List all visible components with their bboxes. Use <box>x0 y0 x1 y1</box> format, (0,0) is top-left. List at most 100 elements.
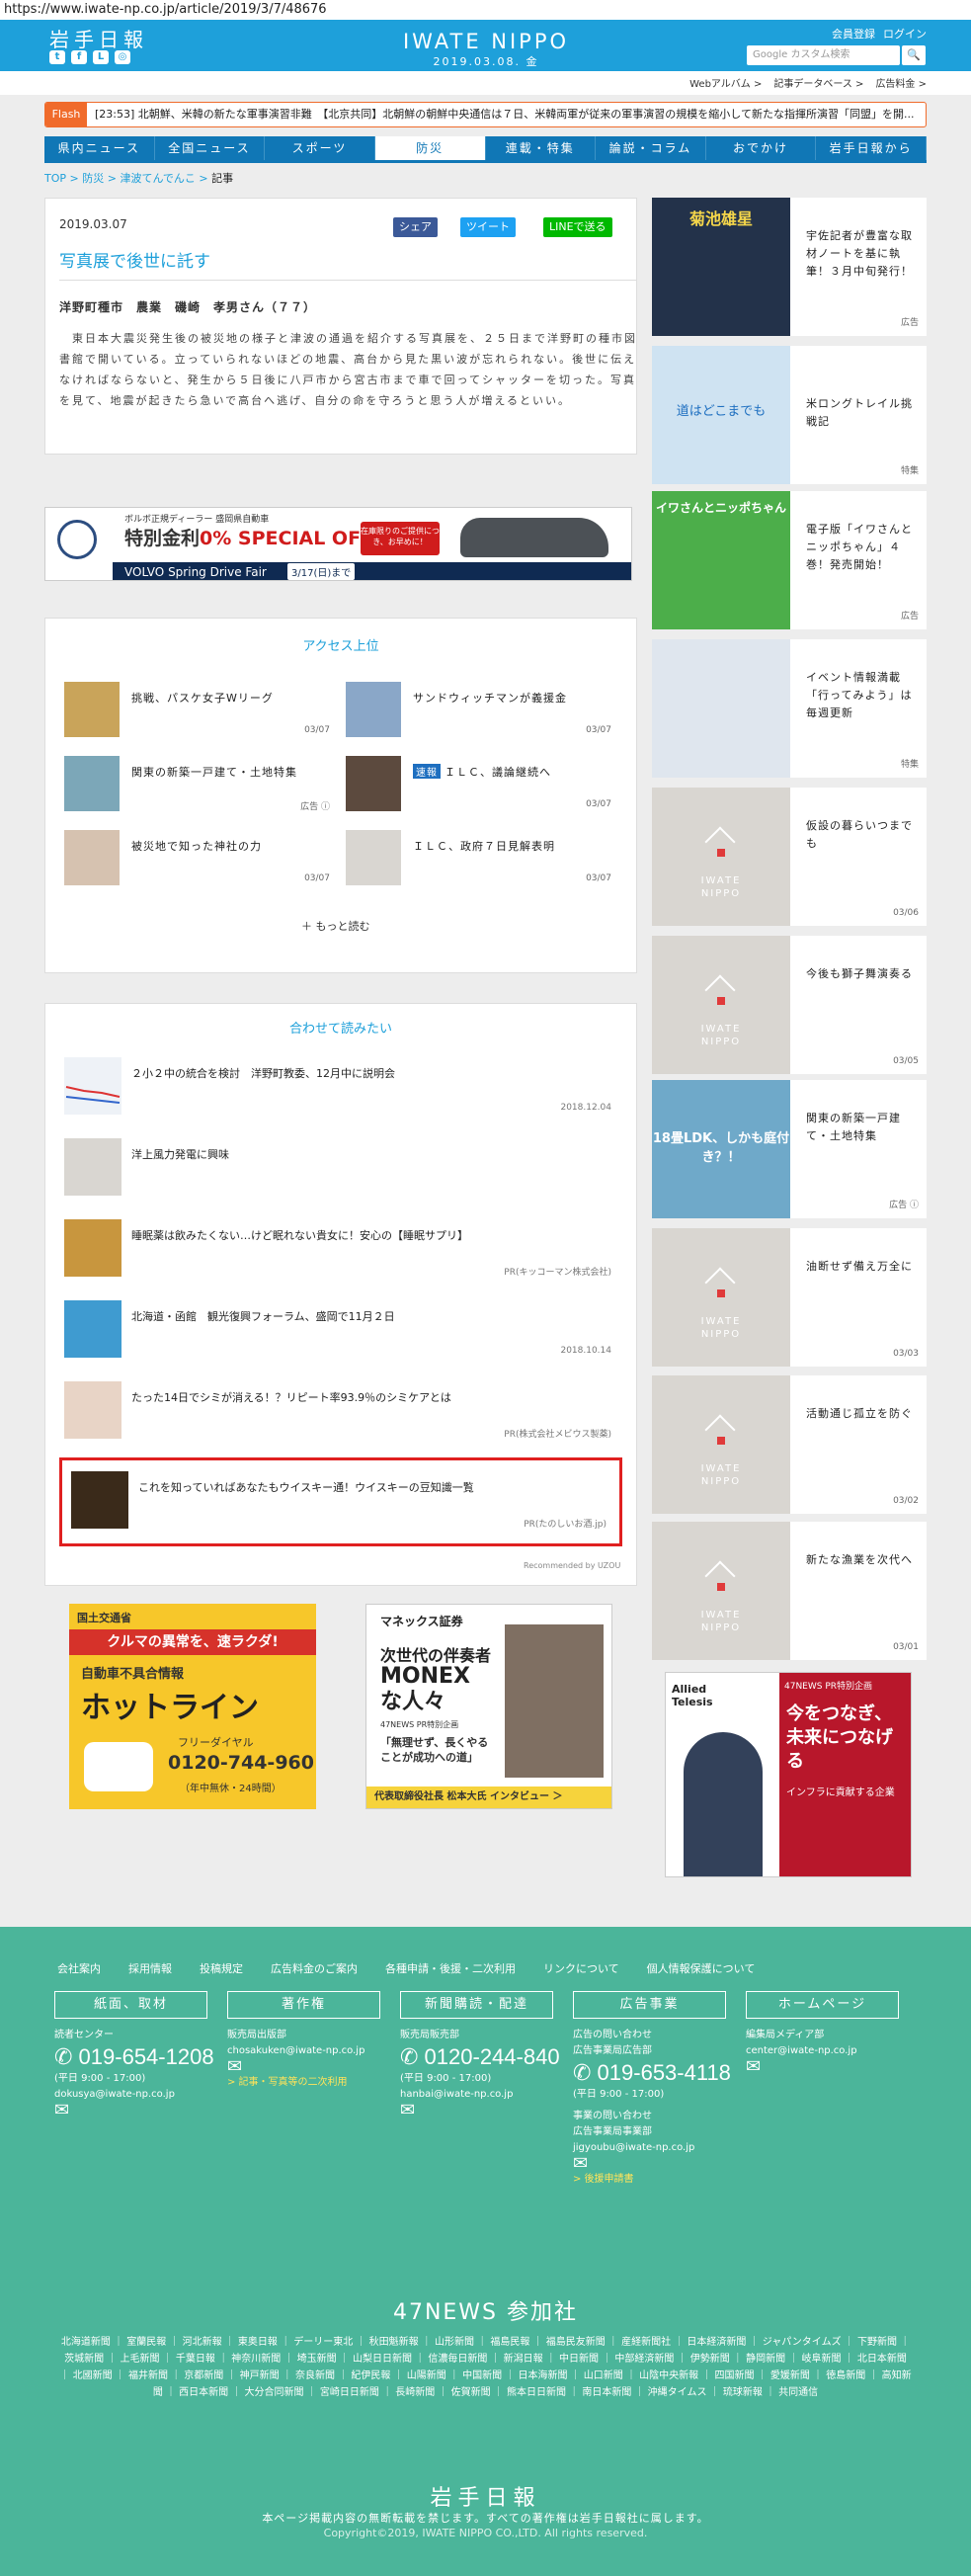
sidebar-item[interactable]: 菊池雄星 宇佐記者が豊富な取材ノートを基に執筆！３月中旬発行！ 広告 <box>652 198 927 336</box>
dot-icon <box>717 1437 725 1445</box>
mail-icon[interactable]: ✉ <box>400 2102 560 2119</box>
ad-headline-a: 特別金利 <box>124 528 201 549</box>
facebook-icon[interactable]: f <box>71 50 87 64</box>
ad-phone[interactable]: ✆ 019-653-4118 <box>573 2059 731 2087</box>
recommend-item[interactable]: ２小２中の統合を検討 洋野町教委、12月中に説明会 2018.12.04 <box>64 1057 617 1122</box>
ranking-title: アクセス上位 <box>302 639 379 654</box>
nav-local-news[interactable]: 県内ニュース <box>44 136 155 160</box>
footer-btn-subscription[interactable]: 新聞購読・配達 <box>400 1991 553 2019</box>
sidebar-item[interactable]: IWATE NIPPO 今後も獅子舞演奏る 03/05 <box>652 936 927 1074</box>
mail-icon[interactable]: ✉ <box>227 2058 364 2076</box>
secondary-use-link[interactable]: > 記事・写真等の二次利用 <box>227 2075 364 2091</box>
sidebar-item[interactable]: IWATE NIPPO 活動通じ孤立を防ぐ 03/02 <box>652 1375 927 1514</box>
footer-link-recruit[interactable]: 採用情報 <box>128 1960 172 1976</box>
search-input[interactable]: Google カスタム検索 <box>747 45 900 65</box>
recommend-item[interactable]: 北海道・函館 観光復興フォーラム、盛岡で11月２日 2018.10.14 <box>64 1300 617 1366</box>
ranking-item[interactable]: 速報 ＩＬＣ、議論継続へ 03/07 <box>346 756 627 815</box>
brand-title[interactable]: IWATE NIPPO <box>387 30 585 53</box>
site-logo[interactable]: 岩手日報 <box>49 24 148 52</box>
ranking-item-title: ＩＬＣ、政府７日見解表明 <box>413 840 555 853</box>
mail-icon[interactable]: ✉ <box>54 2102 214 2119</box>
nav-national-news[interactable]: 全国ニュース <box>155 136 266 160</box>
mail-icon[interactable]: ✉ <box>573 2155 731 2173</box>
footer-link-privacy[interactable]: 個人情報保護について <box>647 1960 756 1976</box>
article-database-link[interactable]: 記事データベース > <box>773 75 863 90</box>
ranking-item[interactable]: 挑戦、パスケ女子Wリーグ 03/07 <box>64 682 346 741</box>
mail-icon[interactable]: ✉ <box>746 2058 857 2076</box>
ranking-item[interactable]: 関東の新築一戸建て・土地特集 広告 ⓘ <box>64 756 346 815</box>
allied-telesis-ad[interactable]: Allied Telesis 47NEWS PR特別企画 今をつなぎ、未来につな… <box>665 1672 912 1877</box>
sidebar-item[interactable]: イベント情報満載「行ってみよう」は毎週更新 特集 <box>652 639 927 778</box>
sales-email[interactable]: hanbai@iwate-np.co.jp <box>400 2087 560 2103</box>
sponsorship-form-link[interactable]: > 後援申請書 <box>573 2172 731 2188</box>
nav-editorial[interactable]: 論説・コラム <box>596 136 706 160</box>
sidebar-item[interactable]: IWATE NIPPO 仮設の暮らいつまでも 03/06 <box>652 788 927 926</box>
facebook-share-button[interactable]: シェア <box>393 217 438 237</box>
recommend-title: 合わせて読みたい <box>288 1022 392 1037</box>
ad-rates-link[interactable]: 広告料金 > <box>875 75 927 90</box>
address-bar[interactable]: https://www.iwate-np.co.jp/article/2019/… <box>0 0 971 20</box>
monex-ad[interactable]: マネックス証券 次世代の伴奏者 MONEXな人々 47NEWS PR特別企画 「… <box>365 1604 612 1809</box>
footer-link-submission[interactable]: 投稿規定 <box>200 1960 243 1976</box>
footer-btn-advertising[interactable]: 広告事業 <box>573 1991 726 2019</box>
kokudo-l4: フリーダイヤル <box>178 1736 254 1749</box>
more-button[interactable]: ＋ もっと読む <box>301 918 370 934</box>
flash-news-ticker[interactable]: Flash [23:53] 北朝鮮、米韓の新たな軍事演習非難 【北京共同】北朝鮮… <box>44 102 927 127</box>
footer-link-company[interactable]: 会社案内 <box>57 1960 101 1976</box>
footer-logo[interactable]: 岩手日報 <box>0 2480 971 2512</box>
footer-btn-homepage[interactable]: ホームページ <box>746 1991 899 2019</box>
nav-outing[interactable]: おでかけ <box>706 136 817 160</box>
tweet-button[interactable]: ツイート <box>460 217 516 237</box>
nav-from-iwate-nippo[interactable]: 岩手日報から <box>816 136 927 160</box>
event-email[interactable]: jigyoubu@iwate-np.co.jp <box>573 2140 731 2156</box>
recommend-item-title: 洋上風力発電に興味 <box>131 1148 229 1161</box>
sidebar-item[interactable]: IWATE NIPPO 油断せず備え万全に 03/03 <box>652 1228 927 1367</box>
member-papers-list[interactable]: 北海道新聞 ｜ 室蘭民報 ｜ 河北新報 ｜ 東奥日報 ｜ デーリー東北 ｜ 秋田… <box>59 2334 912 2401</box>
sidebar-item[interactable]: イワさんとニッポちゃん 電子版「イワさんとニッポちゃん」４巻！発売開始！ 広告 <box>652 491 927 629</box>
nav-sports[interactable]: スポーツ <box>265 136 375 160</box>
footer-col-reader: 読者センター ✆ 019-654-1208 (平日 9:00 - 17:00) … <box>54 2028 214 2119</box>
line-icon[interactable]: L <box>93 50 109 64</box>
ranking-item[interactable]: サンドウィッチマンが義援金 03/07 <box>346 682 627 741</box>
sidebar-item[interactable]: IWATE NIPPO 新たな漁業を次代へ 03/01 <box>652 1522 927 1660</box>
ad-fair-date: 3/17(日)まで <box>287 563 356 580</box>
publishing-label: 販売局出版部 <box>227 2030 286 2040</box>
footer-link-applications[interactable]: 各種申請・後援・二次利用 <box>385 1960 516 1976</box>
kokudo-ad[interactable]: 国土交通省 クルマの異常を、速ラクダ! 自動車不具合情報 ホットライン フリーダ… <box>69 1604 316 1809</box>
footer-btn-copyright[interactable]: 著作権 <box>227 1991 380 2019</box>
footer-link-linking[interactable]: リンクについて <box>543 1960 619 1976</box>
breadcrumb-disaster[interactable]: 防災 <box>82 172 104 185</box>
web-album-link[interactable]: Webアルバム > <box>689 75 762 90</box>
instagram-icon[interactable]: ◎ <box>115 50 130 64</box>
breadcrumb-tsunami[interactable]: 津波てんでんこ <box>120 172 195 185</box>
member-register-link[interactable]: 会員登録 <box>832 26 875 42</box>
kokudo-l1: クルマの異常を、速ラクダ! <box>69 1629 316 1655</box>
sales-phone[interactable]: ✆ 0120-244-840 <box>400 2043 560 2071</box>
copyright-email[interactable]: chosakuken@iwate-np.co.jp <box>227 2043 364 2059</box>
recommend-item[interactable]: たった14日でシミが消える！？リピート率93.9％のシミケアとは PR(株式会社メ… <box>64 1381 617 1447</box>
breadcrumb-top[interactable]: TOP <box>44 172 66 185</box>
flash-text[interactable]: [23:53] 北朝鮮、米韓の新たな軍事演習非難 【北京共同】北朝鮮の朝鮮中央通… <box>95 103 914 126</box>
footer-btn-newspaper[interactable]: 紙面、取材 <box>54 1991 207 2019</box>
twitter-icon[interactable]: t <box>49 50 65 64</box>
reader-phone[interactable]: ✆ 019-654-1208 <box>54 2043 214 2071</box>
ranking-item-title: 速報 ＩＬＣ、議論継続へ <box>413 764 551 780</box>
dot-icon <box>717 997 725 1005</box>
nav-disaster-prevention[interactable]: 防災 <box>374 136 486 160</box>
ranking-item[interactable]: ＩＬＣ、政府７日見解表明 03/07 <box>346 830 627 889</box>
footer-link-ad-rates[interactable]: 広告料金のご案内 <box>271 1960 358 1976</box>
nav-series[interactable]: 連載・特集 <box>486 136 597 160</box>
media-email[interactable]: center@iwate-np.co.jp <box>746 2043 857 2059</box>
search-icon[interactable]: 🔍 <box>902 45 926 65</box>
volvo-ad-banner[interactable]: ボルボ正規ディーラー 盛岡県自動車 特別金利0% SPECIAL OFFER 在… <box>44 507 632 581</box>
sidebar-item[interactable]: 18畳LDK、しかも庭付き？！ 関東の新築一戸建て・土地特集 広告 ⓘ <box>652 1080 927 1218</box>
login-link[interactable]: ログイン <box>883 26 927 42</box>
uzou-credit[interactable]: Recommended by UZOU <box>524 1561 620 1570</box>
ranking-item[interactable]: 被災地で知った神社の力 03/07 <box>64 830 346 889</box>
line-share-button[interactable]: LINEで送る <box>543 217 612 237</box>
reader-email[interactable]: dokusya@iwate-np.co.jp <box>54 2087 214 2103</box>
recommend-item[interactable]: 睡眠薬は飲みたくない…けど眠れない貴女に！安心の【睡眠サプリ】 PR(キッコーマン… <box>64 1219 617 1285</box>
more-label: もっと読む <box>315 920 370 933</box>
sidebar-item[interactable]: 道はどこまでも 米ロングトレイル挑戦記 特集 <box>652 346 927 484</box>
recommend-item[interactable]: 洋上風力発電に興味 <box>64 1138 617 1204</box>
